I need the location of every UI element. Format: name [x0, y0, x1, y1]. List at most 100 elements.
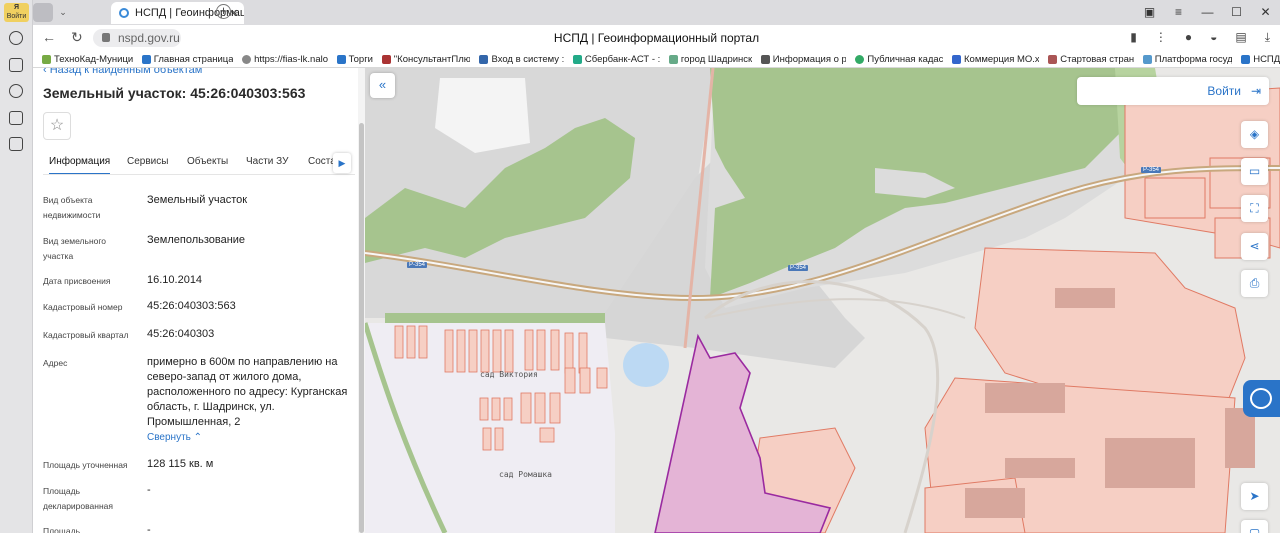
more-icon[interactable]: ⋮ — [1155, 30, 1167, 45]
close-tab-icon[interactable]: × — [230, 2, 238, 24]
tab-information[interactable]: Информация — [49, 156, 111, 174]
select-area-icon: ⛶ — [1250, 201, 1259, 215]
bookmark-label: город Шадринск — [680, 53, 752, 65]
double-chevron-left-icon: « — [378, 77, 387, 92]
bookmark-item[interactable]: https://fias-lk.nalo — [242, 54, 328, 65]
pond — [623, 343, 669, 387]
bookmark-item[interactable]: Вход в систему : — [479, 53, 564, 65]
bookmark-label: НСПД — [1253, 53, 1280, 65]
collections-icon[interactable] — [9, 58, 23, 72]
field-key: Адрес — [43, 358, 68, 368]
tab-composition[interactable]: Соста — [308, 156, 336, 167]
bookmark-label: Торги — [348, 53, 373, 65]
info-panel: ‹ Назад к найденным объектам Земельный у… — [33, 68, 365, 533]
collapse-panel-button[interactable]: « — [370, 73, 395, 98]
bookmark-favicon-icon — [952, 54, 961, 64]
locate-button[interactable]: ➤ — [1241, 483, 1268, 510]
layers-button[interactable]: ◈ — [1241, 121, 1268, 148]
maximize-icon[interactable]: ☐ — [1222, 0, 1251, 25]
bookmark-item[interactable]: Сбербанк-АСТ - : — [572, 53, 660, 65]
chevron-down-icon[interactable]: ⌄ — [56, 3, 70, 22]
bookmark-favicon-icon — [572, 54, 582, 64]
tab-objects[interactable]: Объекты — [187, 156, 228, 167]
bookmark-favicon-icon — [1142, 54, 1152, 64]
map-label: сад Виктория — [480, 370, 538, 379]
field-key: Площадь уточненная — [43, 460, 128, 470]
bookmark-favicon-icon — [760, 54, 770, 64]
browser-logo[interactable]: Я Войти — [4, 3, 29, 22]
extension-icon[interactable]: ◒ — [1210, 30, 1217, 45]
map-canvas[interactable]: сад Виктория сад Ромашка Р-354 Р-354 Р-3… — [365, 68, 1280, 533]
counter-icon[interactable] — [9, 111, 23, 125]
history-icon[interactable] — [9, 31, 23, 45]
tab-services[interactable]: Сервисы — [127, 156, 168, 167]
field-key: Кадастровый номер — [43, 302, 123, 312]
download-icon[interactable]: ⤓ — [1265, 30, 1270, 45]
bookmark-label: Вход в систему : — [491, 53, 564, 65]
assistant-button[interactable] — [1243, 380, 1280, 417]
scrollbar-thumb[interactable] — [359, 123, 364, 533]
window-controls: ▣ ≡ — ☐ ✕ — [1135, 0, 1280, 25]
address-bar: ← ↻ nspd.gov.ru НСПД | Геоинформационный… — [33, 25, 1280, 51]
ruler-button[interactable]: ▭ — [1241, 158, 1268, 185]
field-value: - — [147, 524, 151, 533]
screen-icon[interactable] — [9, 137, 23, 151]
login-arrow-icon: ⇥ — [1250, 84, 1261, 98]
bookmark-icon[interactable]: ▮ — [1130, 30, 1137, 45]
bookmark-item[interactable]: город Шадринск — [668, 53, 752, 65]
back-link[interactable]: ‹ Назад к найденным объектам — [43, 68, 202, 76]
bookmark-label: Стартовая стран — [1060, 53, 1134, 65]
bookmark-item[interactable]: Главная страница — [141, 54, 233, 65]
bookmark-item[interactable]: ТехноКад-Муници — [42, 54, 133, 65]
tab-parts[interactable]: Части ЗУ — [246, 156, 288, 167]
bookmark-item[interactable]: Публичная кадас — [855, 54, 943, 65]
bookmark-item[interactable]: НСПД — [1241, 54, 1280, 65]
translate-icon[interactable]: ▤ — [1235, 30, 1246, 45]
bookmark-favicon-icon — [141, 54, 151, 64]
profile-icon[interactable]: ● — [1185, 30, 1192, 45]
favorite-star-icon[interactable]: ☆ — [43, 112, 71, 140]
bookmark-item[interactable]: Стартовая стран — [1048, 54, 1134, 65]
field-key: Кадастровый квартал — [43, 330, 129, 340]
field-key: Вид земельного участка — [43, 236, 107, 261]
bookmark-label: Коммерция МО.х — [964, 53, 1040, 65]
new-tab-button[interactable]: + — [216, 4, 231, 19]
minimize-icon[interactable]: — — [1193, 0, 1222, 25]
site-favicon-icon — [119, 8, 129, 18]
close-window-icon[interactable]: ✕ — [1251, 0, 1280, 25]
bookmark-favicon-icon — [336, 54, 346, 64]
bookmark-item[interactable]: Коммерция МО.х — [952, 54, 1039, 65]
bookmark-label: Публичная кадас — [867, 53, 943, 65]
bookmark-item[interactable]: Платформа госуд — [1142, 54, 1232, 65]
bookmark-item[interactable]: Информация о р — [760, 53, 847, 65]
share-button[interactable]: ⋖ — [1241, 233, 1268, 260]
tabs-scroll-right-icon[interactable]: ▶ — [333, 153, 351, 173]
road-tag: Р-354 — [1141, 167, 1162, 173]
more-tools-button[interactable]: ▢ — [1241, 520, 1268, 533]
select-area-button[interactable]: ⛶ — [1241, 195, 1268, 222]
menu-icon[interactable]: ≡ — [1164, 0, 1193, 25]
video-icon[interactable] — [9, 84, 23, 98]
field-value: Земельный участок — [147, 194, 248, 206]
layers-icon: ◈ — [1249, 127, 1260, 141]
map-label: сад Ромашка — [499, 470, 552, 479]
ruler-icon: ▭ — [1248, 164, 1261, 178]
chevron-up-icon: ⌃ — [193, 432, 203, 443]
bookmark-favicon-icon — [1048, 54, 1058, 64]
bookmark-label: ТехноКад-Муници — [54, 53, 133, 65]
login-button[interactable]: Войти ⇥ — [1077, 77, 1269, 105]
tab-group-icon[interactable] — [33, 3, 53, 22]
field-value: примерно в 600м по направлению на северо… — [147, 356, 348, 428]
bookmark-label: Сбербанк-АСТ - : — [584, 53, 660, 65]
chat-icon — [1250, 388, 1272, 409]
bookmark-label: Информация о р — [772, 53, 847, 65]
collapse-link[interactable]: Свернуть ⌃ — [147, 432, 202, 443]
field-key: Площадь декларированная — [43, 486, 113, 511]
bookmark-item[interactable]: "КонсультантПлю — [381, 54, 470, 65]
print-button[interactable]: ⎙ — [1241, 270, 1268, 297]
tabs-icon[interactable]: ▣ — [1135, 0, 1164, 25]
bookmark-favicon-icon — [1241, 54, 1251, 64]
panel-scrollbar[interactable] — [358, 68, 365, 533]
bookmark-label: https://fias-lk.nalo — [254, 53, 328, 65]
bookmark-item[interactable]: Торги — [336, 53, 373, 65]
